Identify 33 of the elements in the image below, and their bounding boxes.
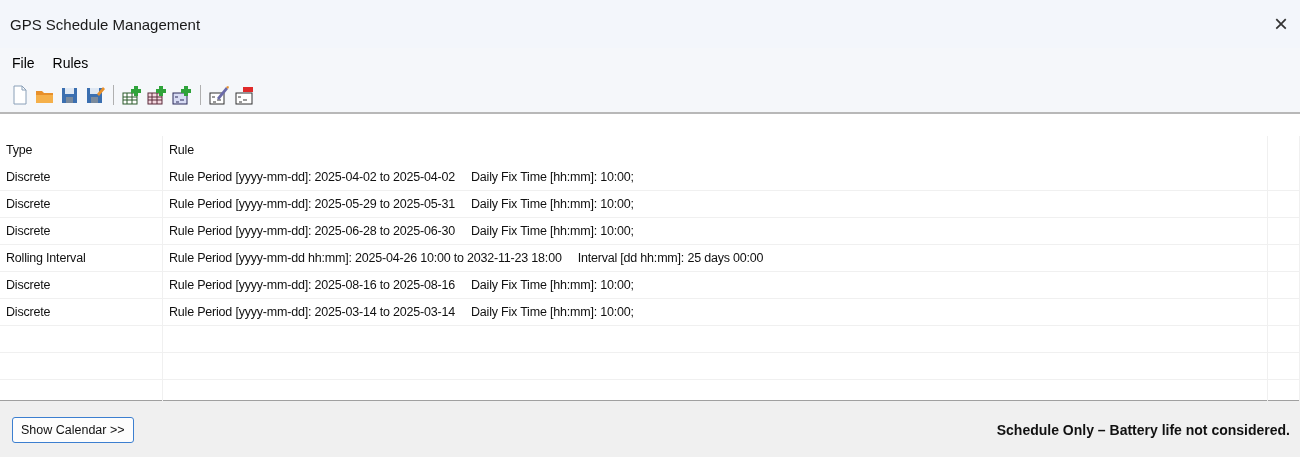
table-cell: Daily Fix Time [hh:mm]: 10:00; [471, 170, 634, 184]
table-remove-icon[interactable] [234, 85, 254, 105]
table-add-icon[interactable] [147, 85, 167, 105]
window-title: GPS Schedule Management [10, 15, 201, 33]
table-cell: Rule Period [yyyy-mm-dd]: 2025-06-28 to 2025-06-30 [169, 224, 455, 238]
table-cell: Rule Period [yyyy-mm-dd hh:mm]: 2025-04-26 10:00 to 2032-11-23 18:00 [169, 251, 562, 265]
table-cell: Rule Period [yyyy-mm-dd]: 2025-05-29 to 2025-05-31 [169, 197, 455, 211]
table-cell: Rule Period [yyyy-mm-dd]: 2025-03-14 to 2025-03-14 [169, 305, 455, 319]
menu-item[interactable]: File [4, 53, 43, 73]
table-cell: Interval [dd hh:mm]: 25 days 00:00 [577, 251, 764, 265]
table-cell: Discrete [0, 191, 163, 217]
table-cell: Discrete [0, 272, 163, 298]
save-as-icon[interactable] [85, 85, 105, 105]
menu-item[interactable]: Rules [44, 53, 97, 73]
table-cell: Rule Period [yyyy-mm-dd]: 2025-08-16 to 2025-08-16 [169, 278, 455, 292]
table-cell: Rule Period [yyyy-mm-dd]: 2025-04-02 to 2025-04-02 [169, 170, 455, 184]
table-add-icon[interactable] [122, 85, 142, 105]
save-icon[interactable] [60, 85, 80, 105]
table-cell: Discrete [0, 164, 163, 190]
show-calendar-button[interactable]: Show Calendar >> [12, 417, 134, 443]
table-cell: Rolling Interval [0, 245, 163, 271]
table-cell: Daily Fix Time [hh:mm]: 10:00; [471, 278, 634, 292]
table-cell: Daily Fix Time [hh:mm]: 10:00; [471, 224, 634, 238]
column-header[interactable]: Type [0, 136, 163, 164]
table-cell: Discrete [0, 218, 163, 244]
table-cell: Discrete [0, 299, 163, 325]
status-text: Schedule Only – Battery life not considered. [996, 422, 1290, 438]
table-add-icon[interactable] [172, 85, 192, 105]
column-header[interactable]: Rule [163, 136, 1268, 164]
table-edit-icon[interactable] [209, 85, 229, 105]
close-button[interactable]: × [1274, 10, 1288, 38]
table-cell: Daily Fix Time [hh:mm]: 10:00; [471, 197, 634, 211]
table-cell: Daily Fix Time [hh:mm]: 10:00; [471, 305, 634, 319]
